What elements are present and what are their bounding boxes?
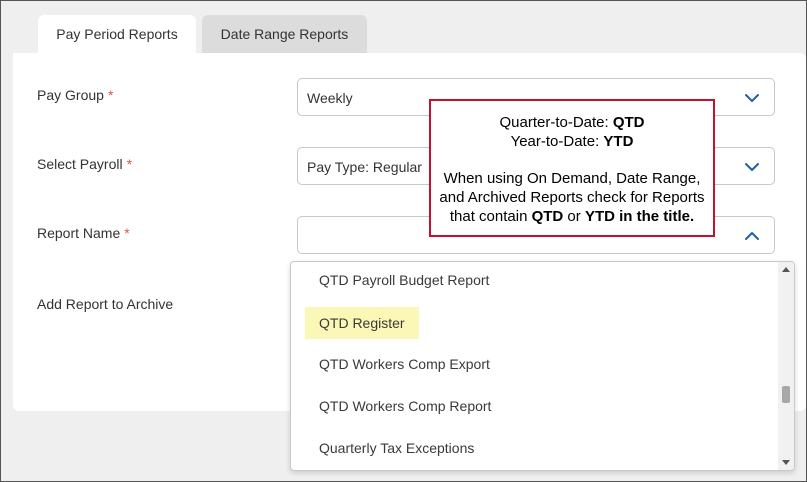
callout-line-ytd: Year-to-Date: YTD	[431, 132, 713, 151]
callout-bold-text: YTD in the title.	[584, 208, 695, 225]
scroll-down-arrow-icon[interactable]	[782, 460, 790, 465]
callout-paragraph-line: that contain QTD or YTD in the title.	[431, 207, 713, 226]
dropdown-option-highlighted[interactable]: QTD Register	[305, 307, 419, 339]
scroll-up-arrow-icon[interactable]	[782, 267, 790, 272]
dropdown-option[interactable]: QTD Payroll Budget Report	[305, 264, 503, 296]
scrollbar-thumb[interactable]	[782, 386, 790, 403]
select-payroll-label: Select Payroll *	[37, 156, 132, 172]
callout-text: or	[563, 208, 585, 225]
report-name-dropdown[interactable]: QTD Payroll Budget Report QTD Register Q…	[290, 261, 795, 471]
callout-text: Year-to-Date:	[510, 133, 604, 150]
report-name-label-text: Report Name	[37, 225, 121, 241]
callout-bold-text: YTD	[603, 133, 634, 150]
pay-group-label-text: Pay Group	[37, 87, 104, 103]
callout-text: Quarter-to-Date:	[499, 114, 613, 131]
window-frame: Pay Period Reports Date Range Reports Pa…	[0, 0, 807, 482]
dropdown-scrollbar[interactable]	[778, 262, 794, 470]
tab-date-range-reports[interactable]: Date Range Reports	[202, 15, 367, 53]
callout-line-qtd: Quarter-to-Date: QTD	[431, 113, 713, 132]
qtd-ytd-callout: Quarter-to-Date: QTD Year-to-Date: YTD W…	[429, 99, 715, 237]
report-tabs: Pay Period Reports Date Range Reports	[38, 15, 367, 53]
tab-pay-period-reports[interactable]: Pay Period Reports	[38, 15, 196, 53]
pay-group-label: Pay Group *	[37, 87, 113, 103]
callout-gap	[431, 151, 713, 169]
callout-bold-text: QTD	[612, 114, 645, 131]
select-payroll-value: Pay Type: Regular	[307, 159, 422, 175]
add-report-to-archive-label: Add Report to Archive	[37, 296, 174, 312]
callout-text: that contain	[449, 208, 532, 225]
callout-paragraph-line: and Archived Reports check for Reports	[439, 189, 705, 206]
required-mark: *	[126, 156, 133, 172]
select-payroll-label-text: Select Payroll	[37, 156, 123, 172]
dropdown-option[interactable]: QTD Workers Comp Report	[305, 390, 505, 422]
required-mark: *	[107, 87, 114, 103]
chevron-down-icon	[745, 94, 759, 102]
pay-group-value: Weekly	[307, 90, 353, 106]
required-mark: *	[124, 225, 130, 241]
dropdown-option[interactable]: QTD Workers Comp Export	[305, 348, 504, 380]
callout-bold-text: QTD	[531, 208, 564, 225]
dropdown-option[interactable]: Quarterly Tax Exceptions	[305, 432, 488, 464]
callout-paragraph-line: When using On Demand, Date Range,	[443, 170, 701, 187]
chevron-down-icon	[745, 163, 759, 171]
chevron-up-icon	[745, 232, 759, 240]
report-name-label: Report Name *	[37, 225, 130, 241]
